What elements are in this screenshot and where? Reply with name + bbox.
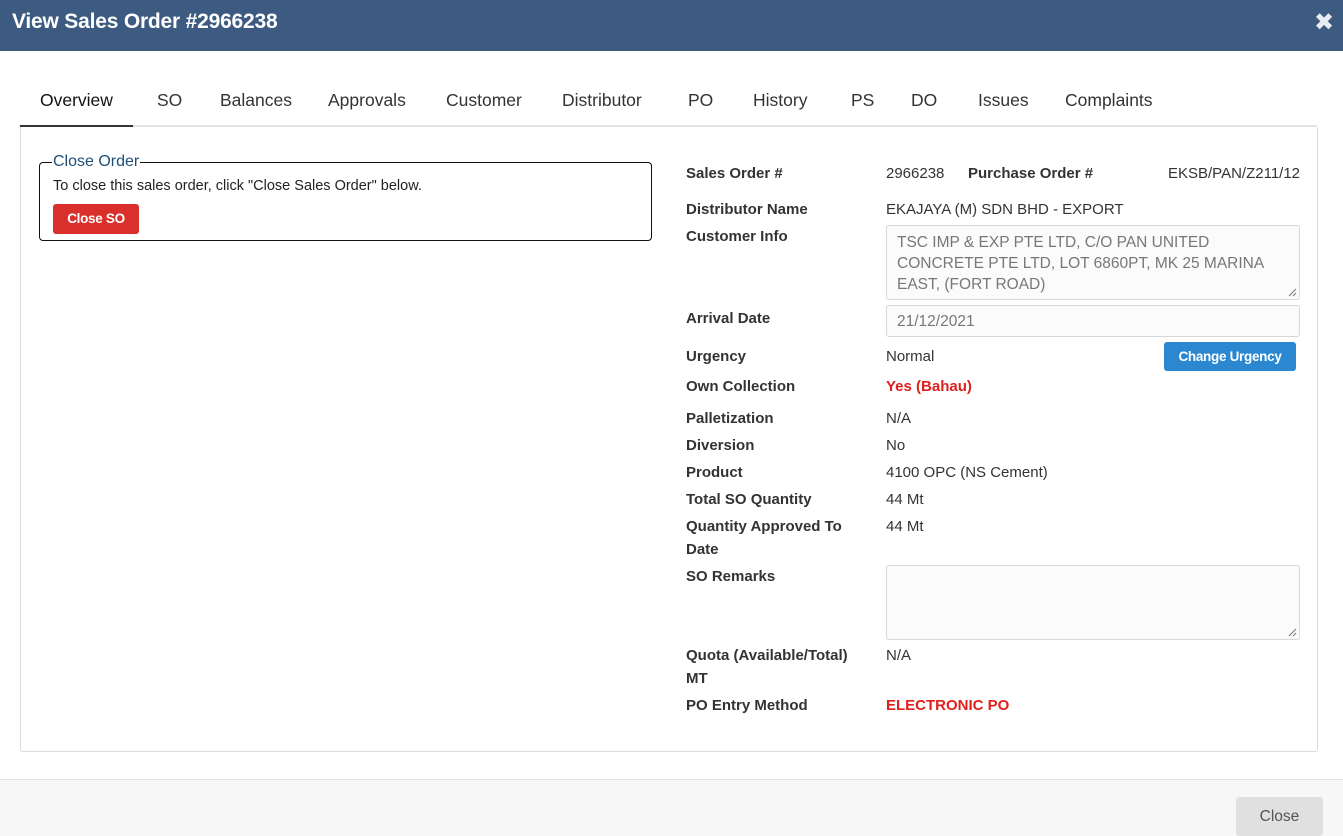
tab-ps[interactable]: PS xyxy=(831,78,894,127)
product-label: Product xyxy=(686,464,743,481)
change-urgency-button[interactable]: Change Urgency xyxy=(1164,342,1296,371)
arrival-date-label: Arrival Date xyxy=(686,310,771,327)
quota-value: N/A xyxy=(886,647,912,664)
palletization-value: N/A xyxy=(886,410,912,427)
modal-title-bar: View Sales Order #2966238 ✖ xyxy=(0,0,1343,51)
close-icon[interactable]: ✖ xyxy=(1313,10,1335,36)
purchase-order-value: EKSB/PAN/Z211/12 xyxy=(1168,165,1301,182)
tab-so[interactable]: SO xyxy=(137,78,202,127)
modal-title: View Sales Order #2966238 xyxy=(12,10,278,33)
total-so-quantity-label: Total SO Quantity xyxy=(686,491,812,508)
sales-order-value: 2966238 xyxy=(886,165,945,182)
quantity-approved-label: Quantity Approved To Date xyxy=(686,518,842,558)
so-remarks-textarea[interactable] xyxy=(886,565,1300,640)
distributor-label: Distributor Name xyxy=(686,201,808,218)
product-value: 4100 OPC (NS Cement) xyxy=(886,464,1048,481)
customer-info-text: TSC IMP & EXP PTE LTD, C/O PAN UNITED CO… xyxy=(897,234,1264,293)
arrival-date-field[interactable]: 21/12/2021 xyxy=(886,305,1300,337)
close-button[interactable]: Close xyxy=(1236,797,1323,836)
sales-order-label: Sales Order # xyxy=(686,165,783,182)
resize-grip-icon[interactable] xyxy=(1287,627,1297,637)
tab-bar: Overview SO Balances Approvals Customer … xyxy=(20,78,1317,127)
tab-complaints[interactable]: Complaints xyxy=(1045,78,1173,127)
tab-customer[interactable]: Customer xyxy=(426,78,542,127)
tab-po[interactable]: PO xyxy=(668,78,733,127)
diversion-label: Diversion xyxy=(686,437,755,454)
modal-footer xyxy=(0,779,1343,836)
tab-do[interactable]: DO xyxy=(891,78,957,127)
palletization-label: Palletization xyxy=(686,410,774,427)
diversion-value: No xyxy=(886,437,906,454)
tab-overview[interactable]: Overview xyxy=(20,78,133,127)
tab-approvals[interactable]: Approvals xyxy=(308,78,426,127)
tab-history[interactable]: History xyxy=(733,78,827,127)
purchase-order-label: Purchase Order # xyxy=(968,165,1094,182)
so-remarks-label: SO Remarks xyxy=(686,568,776,585)
tab-balances[interactable]: Balances xyxy=(200,78,312,127)
own-collection-value: Yes (Bahau) xyxy=(886,378,972,395)
tab-issues[interactable]: Issues xyxy=(958,78,1049,127)
arrival-date-value: 21/12/2021 xyxy=(897,313,975,330)
customer-info-textarea[interactable]: TSC IMP & EXP PTE LTD, C/O PAN UNITED CO… xyxy=(886,225,1300,300)
quota-label: Quota (Available/Total) MT xyxy=(686,647,848,687)
urgency-value: Normal xyxy=(886,348,935,365)
urgency-label: Urgency xyxy=(686,348,747,365)
close-order-instructions: To close this sales order, click "Close … xyxy=(53,178,422,194)
customer-info-label: Customer Info xyxy=(686,228,788,245)
own-collection-label: Own Collection xyxy=(686,378,796,395)
close-so-button[interactable]: Close SO xyxy=(53,204,139,234)
po-entry-method-label: PO Entry Method xyxy=(686,697,808,714)
quantity-approved-value: 44 Mt xyxy=(886,518,924,535)
resize-grip-icon[interactable] xyxy=(1287,287,1297,297)
total-so-quantity-value: 44 Mt xyxy=(886,491,924,508)
po-entry-method-value: ELECTRONIC PO xyxy=(886,697,1010,714)
close-order-legend: Close Order xyxy=(52,153,141,171)
tab-distributor[interactable]: Distributor xyxy=(542,78,662,127)
distributor-value: EKAJAYA (M) SDN BHD - EXPORT xyxy=(886,201,1124,218)
